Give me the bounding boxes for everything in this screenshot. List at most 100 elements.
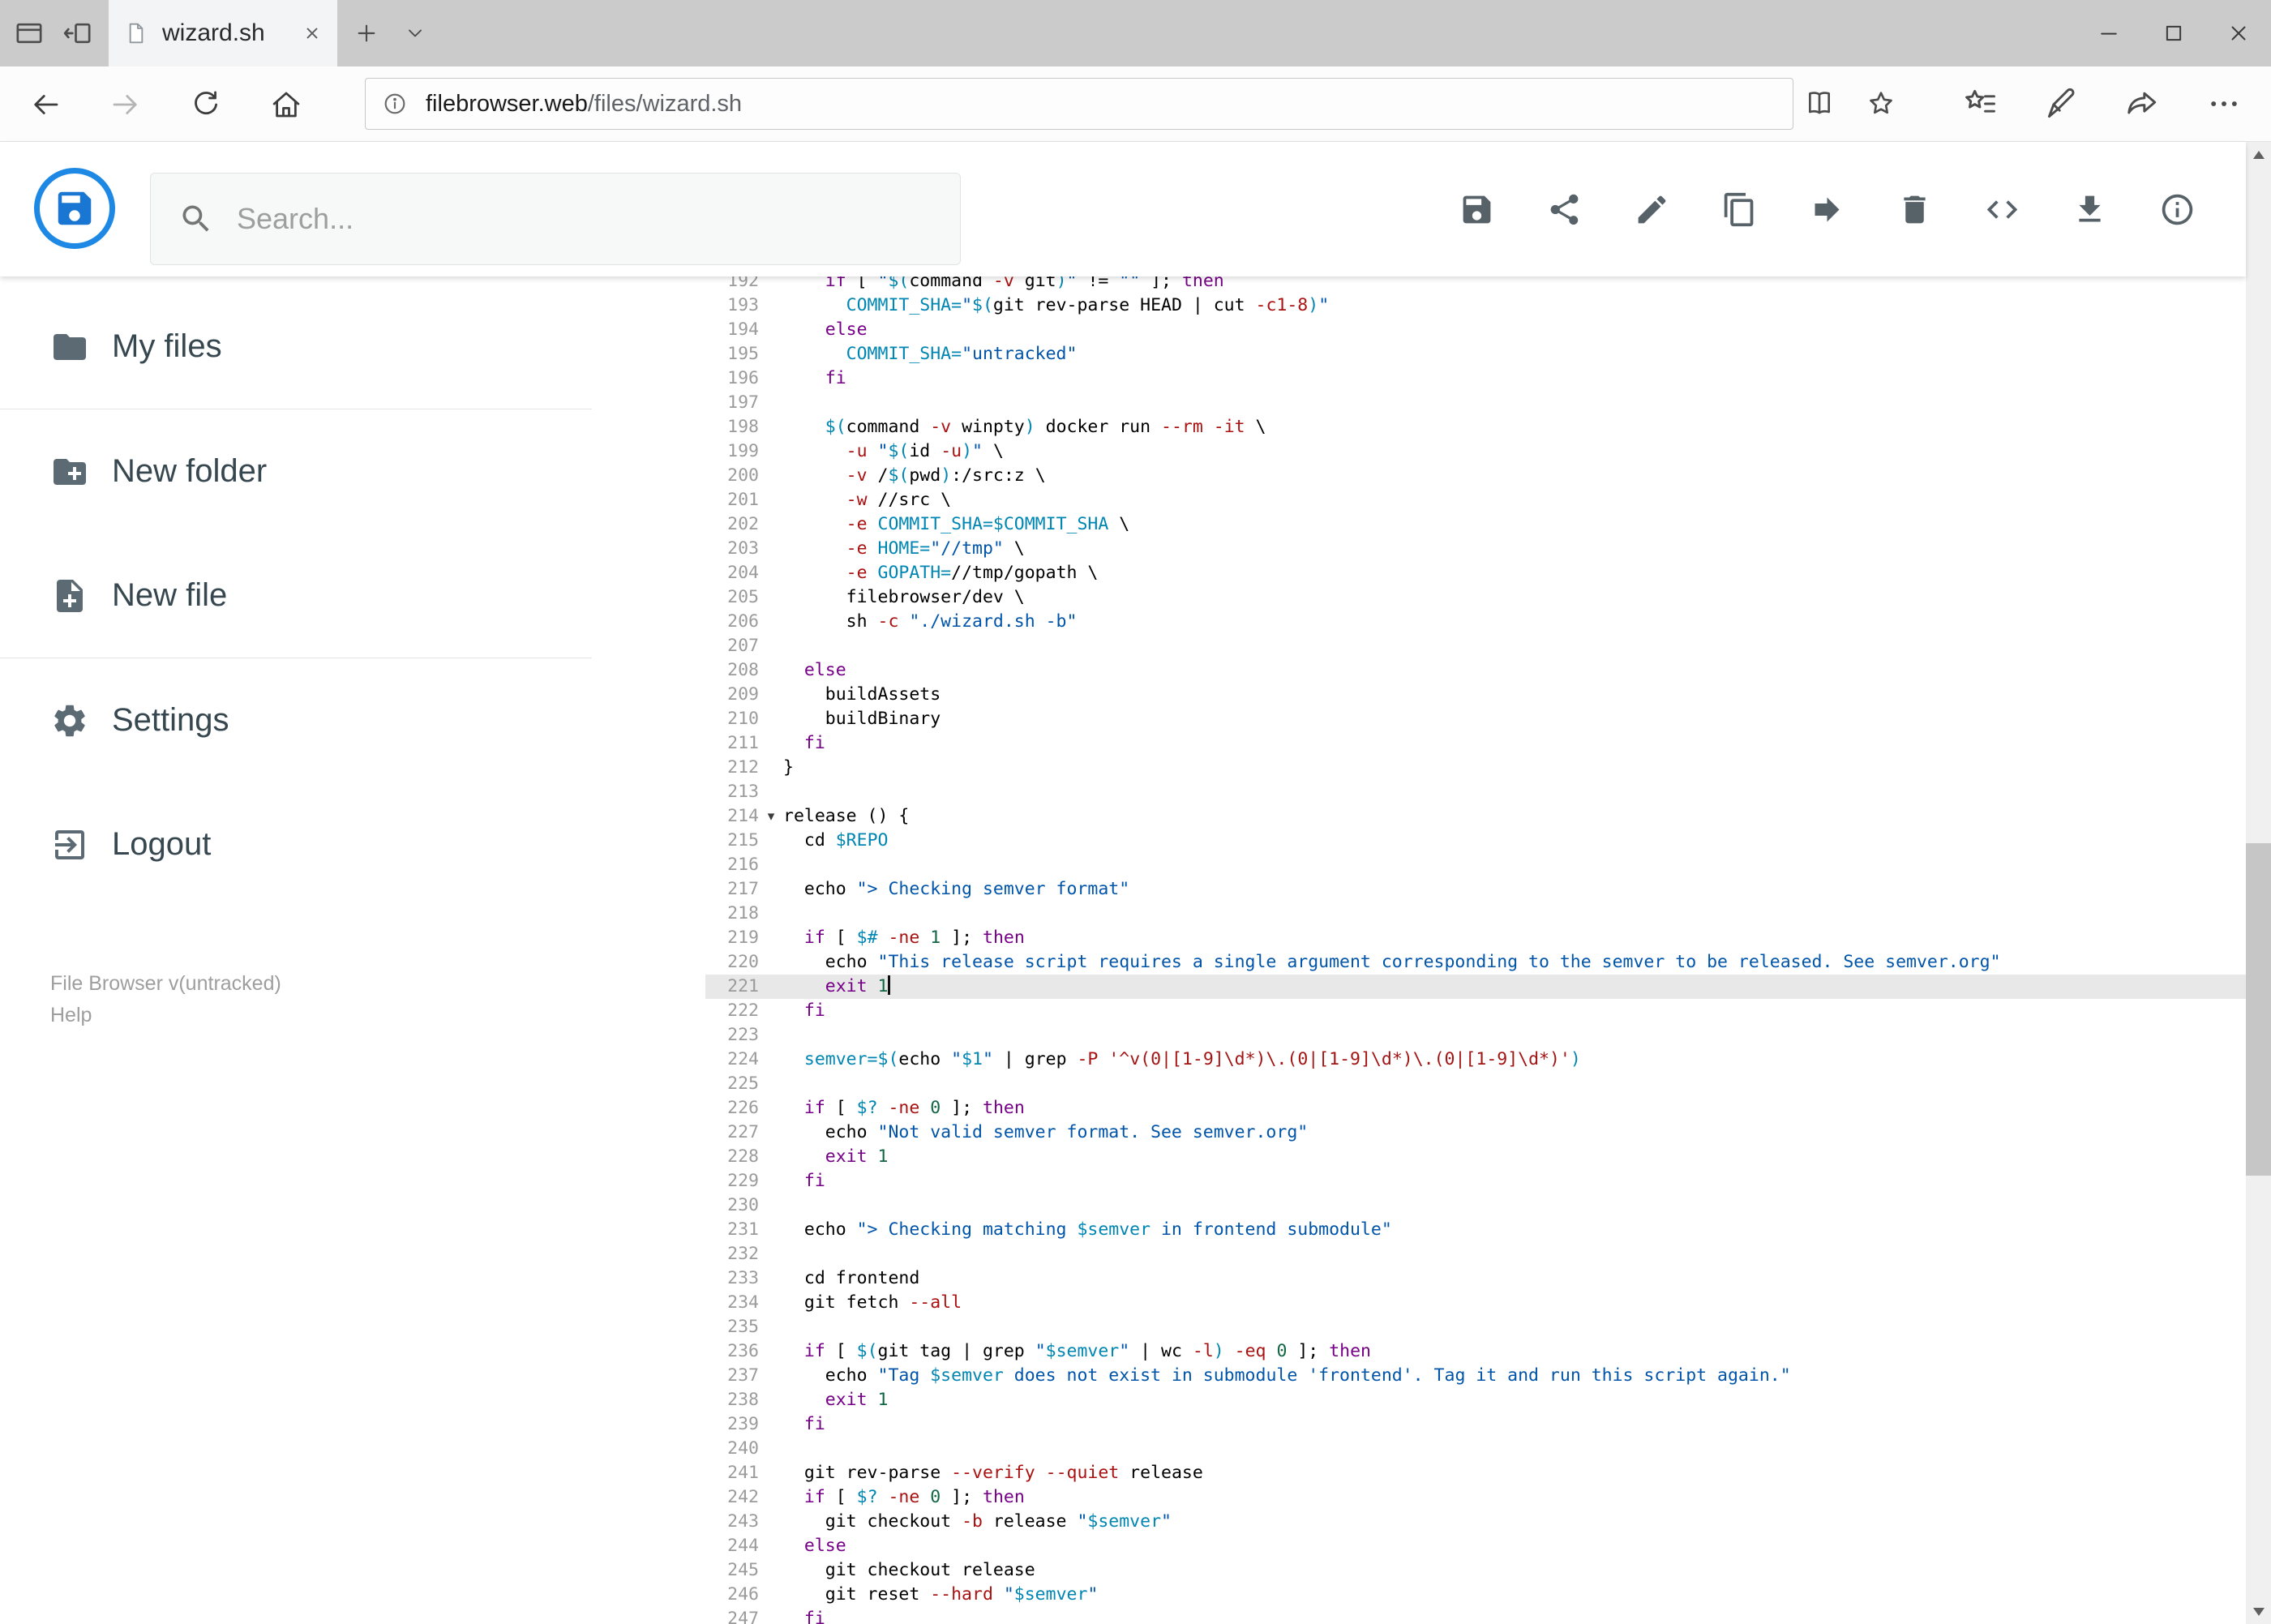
home-button[interactable]	[265, 84, 307, 126]
share-button-browser[interactable]	[2125, 86, 2161, 122]
minimize-button[interactable]	[2076, 0, 2141, 66]
code-line-208[interactable]: 208 else	[592, 658, 2246, 683]
code-line-205[interactable]: 205 filebrowser/dev \	[592, 585, 2246, 610]
code-line-220[interactable]: 220 echo "This release script requires a…	[592, 950, 2246, 975]
scroll-down-button[interactable]	[2246, 1599, 2271, 1624]
code-line-235[interactable]: 235	[592, 1315, 2246, 1339]
close-tab-icon[interactable]	[302, 23, 323, 44]
save-button[interactable]	[1459, 191, 1495, 228]
code-line-245[interactable]: 245 git checkout release	[592, 1558, 2246, 1583]
code-line-237[interactable]: 237 echo "Tag $semver does not exist in …	[592, 1364, 2246, 1388]
code-line-240[interactable]: 240	[592, 1437, 2246, 1461]
delete-button[interactable]	[1896, 191, 1933, 228]
fold-marker-icon[interactable]: ▾	[759, 804, 783, 829]
code-line-213[interactable]: 213	[592, 780, 2246, 804]
help-link[interactable]: Help	[50, 1000, 592, 1031]
forward-button[interactable]	[105, 84, 147, 126]
code-line-203[interactable]: 203 -e HOME="//tmp" \	[592, 537, 2246, 561]
code-line-243[interactable]: 243 git checkout -b release "$semver"	[592, 1510, 2246, 1534]
code-line-236[interactable]: 236 if [ $(git tag | grep "$semver" | wc…	[592, 1339, 2246, 1364]
code-line-229[interactable]: 229 fi	[592, 1169, 2246, 1193]
code-line-244[interactable]: 244 else	[592, 1534, 2246, 1558]
site-info-icon[interactable]	[382, 91, 408, 117]
code-line-238[interactable]: 238 exit 1	[592, 1388, 2246, 1412]
code-line-233[interactable]: 233 cd frontend	[592, 1266, 2246, 1291]
code-view-button[interactable]	[1984, 191, 2020, 228]
hub-button[interactable]	[1963, 86, 1999, 122]
code-line-246[interactable]: 246 git reset --hard "$semver"	[592, 1583, 2246, 1607]
code-line-209[interactable]: 209 buildAssets	[592, 683, 2246, 707]
sidebar-item-logout[interactable]: Logout	[0, 782, 592, 906]
sidebar-item-settings[interactable]: Settings	[0, 658, 592, 782]
code-line-195[interactable]: 195 COMMIT_SHA="untracked"	[592, 342, 2246, 366]
sidebar-item-new-folder[interactable]: New folder	[0, 409, 592, 533]
info-button[interactable]	[2159, 191, 2196, 228]
code-line-198[interactable]: 198 $(command -v winpty) docker run --rm…	[592, 415, 2246, 439]
code-line-239[interactable]: 239 fi	[592, 1412, 2246, 1437]
code-line-199[interactable]: 199 -u "$(id -u)" \	[592, 439, 2246, 464]
maximize-button[interactable]	[2141, 0, 2206, 66]
code-line-202[interactable]: 202 -e COMMIT_SHA=$COMMIT_SHA \	[592, 512, 2246, 537]
web-note-button[interactable]	[2044, 86, 2080, 122]
sidebar-item-new-file[interactable]: New file	[0, 533, 592, 658]
code-line-231[interactable]: 231 echo "> Checking matching $semver in…	[592, 1218, 2246, 1242]
code-line-224[interactable]: 224 semver=$(echo "$1" | grep -P '^v(0|[…	[592, 1048, 2246, 1072]
tab-preview-button[interactable]	[10, 14, 49, 53]
code-line-241[interactable]: 241 git rev-parse --verify --quiet relea…	[592, 1461, 2246, 1485]
sidebar-item-my-files[interactable]: My files	[0, 285, 592, 409]
code-line-230[interactable]: 230	[592, 1193, 2246, 1218]
code-line-214[interactable]: 214 ▾ release () {	[592, 804, 2246, 829]
code-line-227[interactable]: 227 echo "Not valid semver format. See s…	[592, 1121, 2246, 1145]
code-line-194[interactable]: 194 else	[592, 318, 2246, 342]
code-line-206[interactable]: 206 sh -c "./wizard.sh -b"	[592, 610, 2246, 634]
code-line-197[interactable]: 197	[592, 391, 2246, 415]
code-line-201[interactable]: 201 -w //src \	[592, 488, 2246, 512]
code-line-221[interactable]: 221 exit 1	[592, 975, 2246, 999]
favorite-button[interactable]	[1863, 86, 1899, 122]
code-line-228[interactable]: 228 exit 1	[592, 1145, 2246, 1169]
filebrowser-logo[interactable]	[34, 168, 115, 249]
share-button[interactable]	[1546, 191, 1583, 228]
address-bar[interactable]: filebrowser.web/files/wizard.sh	[365, 78, 1793, 130]
code-line-215[interactable]: 215 cd $REPO	[592, 829, 2246, 853]
download-button[interactable]	[2072, 191, 2108, 228]
code-editor[interactable]: 192 if [ "$(command -v git)" != "" ]; th…	[592, 276, 2246, 1624]
copy-button[interactable]	[1721, 191, 1758, 228]
code-line-219[interactable]: 219 if [ $# -ne 1 ]; then	[592, 926, 2246, 950]
close-button[interactable]	[2206, 0, 2271, 66]
code-line-211[interactable]: 211 fi	[592, 731, 2246, 756]
code-line-232[interactable]: 232	[592, 1242, 2246, 1266]
move-button[interactable]	[1809, 191, 1845, 228]
tab-list-chevron-button[interactable]	[396, 14, 435, 53]
code-line-212[interactable]: 212}	[592, 756, 2246, 780]
code-line-223[interactable]: 223	[592, 1023, 2246, 1048]
code-line-217[interactable]: 217 echo "> Checking semver format"	[592, 877, 2246, 902]
scroll-up-button[interactable]	[2246, 142, 2271, 167]
code-line-207[interactable]: 207	[592, 634, 2246, 658]
browser-tab[interactable]: wizard.sh	[109, 0, 337, 66]
code-line-218[interactable]: 218	[592, 902, 2246, 926]
code-line-216[interactable]: 216	[592, 853, 2246, 877]
rename-button[interactable]	[1634, 191, 1670, 228]
new-tab-button[interactable]	[347, 14, 386, 53]
code-line-196[interactable]: 196 fi	[592, 366, 2246, 391]
code-line-200[interactable]: 200 -v /$(pwd):/src:z \	[592, 464, 2246, 488]
scrollbar-thumb[interactable]	[2246, 843, 2271, 1176]
code-line-247[interactable]: 247 fi	[592, 1607, 2246, 1624]
code-line-242[interactable]: 242 if [ $? -ne 0 ]; then	[592, 1485, 2246, 1510]
search-box[interactable]	[150, 173, 961, 265]
code-line-222[interactable]: 222 fi	[592, 999, 2246, 1023]
search-input[interactable]	[237, 202, 902, 236]
page-scrollbar[interactable]	[2246, 142, 2271, 1624]
code-line-193[interactable]: 193 COMMIT_SHA="$(git rev-parse HEAD | c…	[592, 294, 2246, 318]
more-button[interactable]	[2206, 86, 2242, 122]
refresh-button[interactable]	[185, 84, 227, 126]
tabs-aside-button[interactable]	[58, 14, 97, 53]
reading-view-button[interactable]	[1802, 86, 1837, 122]
back-button[interactable]	[24, 84, 66, 126]
code-line-226[interactable]: 226 if [ $? -ne 0 ]; then	[592, 1096, 2246, 1121]
code-line-225[interactable]: 225	[592, 1072, 2246, 1096]
code-line-234[interactable]: 234 git fetch --all	[592, 1291, 2246, 1315]
code-line-204[interactable]: 204 -e GOPATH=//tmp/gopath \	[592, 561, 2246, 585]
code-line-192[interactable]: 192 if [ "$(command -v git)" != "" ]; th…	[592, 276, 2246, 294]
